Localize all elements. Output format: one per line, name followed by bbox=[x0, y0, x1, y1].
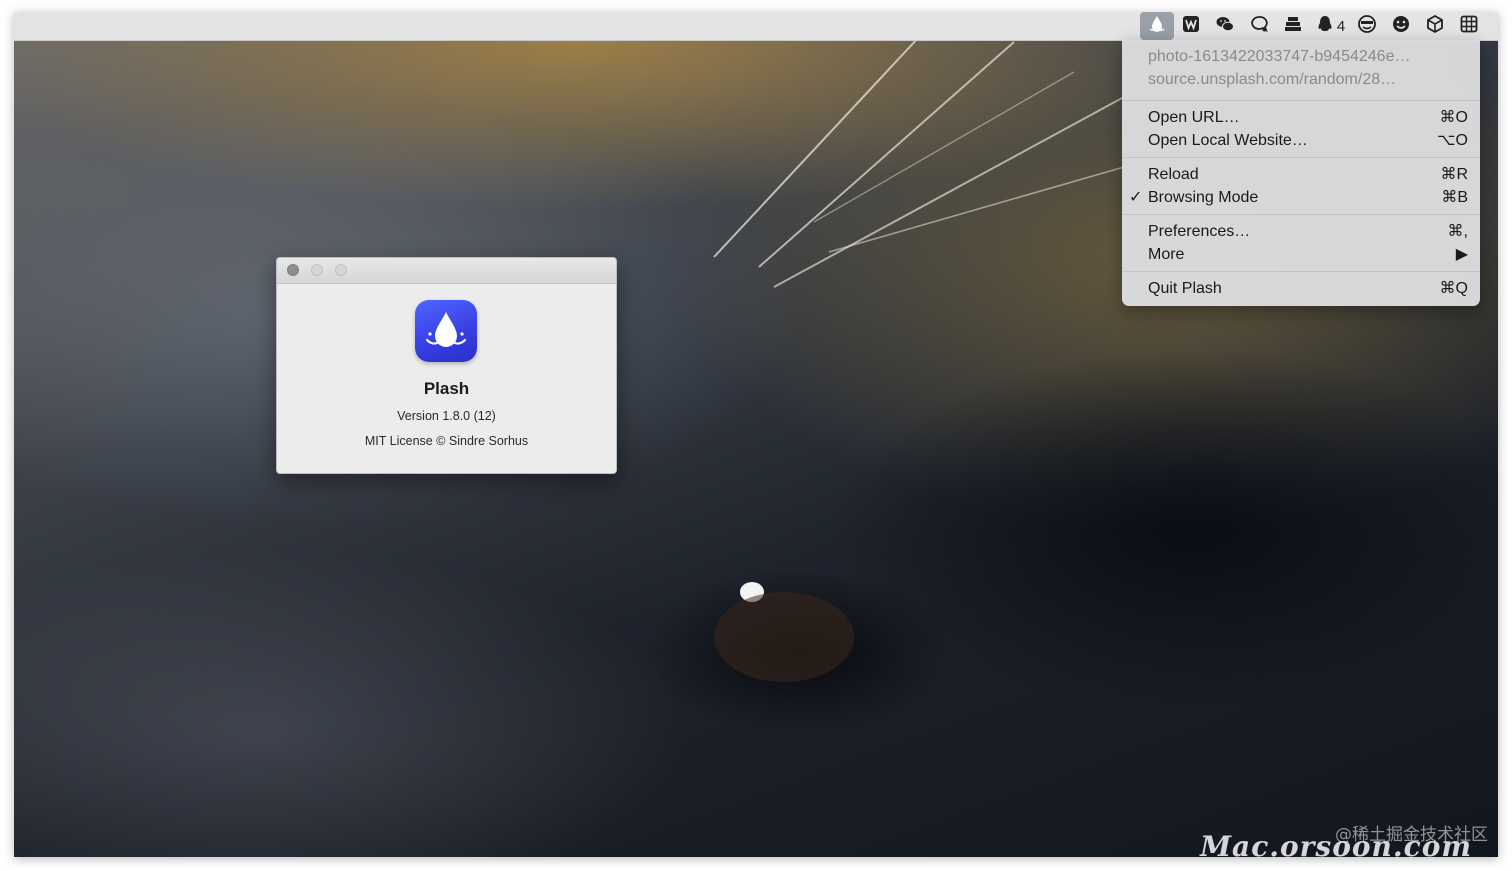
menu-item-shortcut: ⌘B bbox=[1441, 189, 1468, 206]
menu-item-open-url[interactable]: Open URL… ⌘O bbox=[1122, 106, 1480, 129]
menu-item-reload[interactable]: Reload ⌘R bbox=[1122, 163, 1480, 186]
plash-app-icon bbox=[415, 300, 477, 362]
menu-separator bbox=[1122, 100, 1480, 101]
menu-item-shortcut: ⌘R bbox=[1440, 166, 1468, 183]
app-name: Plash bbox=[423, 379, 470, 398]
qq-badge-count: 4 bbox=[1336, 17, 1346, 35]
current-source-url: source.unsplash.com/random/28… bbox=[1148, 71, 1397, 88]
qq-penguin-icon bbox=[1315, 14, 1335, 39]
chat-bubble-icon bbox=[1249, 14, 1269, 39]
menu-separator bbox=[1122, 157, 1480, 158]
menu-item-shortcut: ⌥O bbox=[1437, 132, 1468, 149]
app-version: Version 1.8.0 (12) bbox=[397, 409, 496, 423]
menu-item-label: Reload bbox=[1148, 166, 1199, 183]
menu-item-browsing-mode[interactable]: ✓ Browsing Mode ⌘B bbox=[1122, 186, 1480, 209]
about-window: Plash Version 1.8.0 (12) MIT License © S… bbox=[276, 257, 617, 474]
menu-item-shortcut: ⌘, bbox=[1447, 223, 1468, 240]
status-item-stack[interactable] bbox=[1276, 12, 1310, 40]
window-zoom-button bbox=[335, 264, 347, 276]
menu-item-quit[interactable]: Quit Plash ⌘Q bbox=[1122, 277, 1480, 300]
plash-dropdown-menu: photo-1613422033747-b9454246e… source.un… bbox=[1122, 40, 1480, 306]
wechat-icon bbox=[1215, 14, 1235, 39]
wordpress-icon bbox=[1181, 14, 1201, 39]
status-item-scan[interactable] bbox=[1350, 12, 1384, 40]
submenu-arrow-icon: ▶ bbox=[1455, 246, 1468, 263]
menu-separator bbox=[1122, 271, 1480, 272]
emoji-face-icon bbox=[1391, 14, 1411, 39]
status-item-plash[interactable] bbox=[1140, 12, 1174, 40]
screen: 4 photo-1613422033747-b9454246e… source.… bbox=[14, 12, 1498, 857]
menu-item-label: Preferences… bbox=[1148, 223, 1251, 240]
stack-icon bbox=[1283, 14, 1303, 39]
current-photo-name: photo-1613422033747-b9454246e… bbox=[1148, 48, 1411, 65]
status-bar-items: 4 bbox=[1140, 12, 1486, 40]
app-license: MIT License © Sindre Sorhus bbox=[364, 434, 529, 448]
menu-item-preferences[interactable]: Preferences… ⌘, bbox=[1122, 220, 1480, 243]
status-item-wechat[interactable] bbox=[1208, 12, 1242, 40]
menu-item-label: More bbox=[1148, 246, 1185, 263]
status-item-emoji[interactable] bbox=[1384, 12, 1418, 40]
status-item-grid[interactable] bbox=[1452, 12, 1486, 40]
status-item-wordpress[interactable] bbox=[1174, 12, 1208, 40]
window-minimize-button bbox=[311, 264, 323, 276]
scan-face-icon bbox=[1357, 14, 1377, 39]
window-close-button[interactable] bbox=[287, 264, 299, 276]
window-titlebar[interactable] bbox=[277, 258, 616, 284]
menu-item-label: Open Local Website… bbox=[1148, 132, 1308, 149]
menu-item-label: Open URL… bbox=[1148, 109, 1240, 126]
cube-icon bbox=[1425, 14, 1445, 39]
grid-icon bbox=[1459, 14, 1479, 39]
brand-watermark: Mac.orsoon.com bbox=[1200, 830, 1472, 857]
status-item-cube[interactable] bbox=[1418, 12, 1452, 40]
checkmark-icon: ✓ bbox=[1129, 189, 1143, 206]
menu-item-shortcut: ⌘O bbox=[1439, 109, 1468, 126]
menu-item-open-local-website[interactable]: Open Local Website… ⌥O bbox=[1122, 129, 1480, 152]
menu-item-more[interactable]: More ▶ bbox=[1122, 243, 1480, 266]
current-url-info: photo-1613422033747-b9454246e… source.un… bbox=[1122, 42, 1480, 95]
menu-item-shortcut: ⌘Q bbox=[1439, 280, 1468, 297]
menu-bar: 4 bbox=[14, 12, 1498, 41]
menu-item-label: Browsing Mode bbox=[1148, 189, 1259, 206]
menu-separator bbox=[1122, 214, 1480, 215]
status-item-chat[interactable] bbox=[1242, 12, 1276, 40]
menu-item-label: Quit Plash bbox=[1148, 280, 1222, 297]
status-item-qq[interactable]: 4 bbox=[1310, 12, 1350, 40]
plash-drop-icon bbox=[1147, 14, 1167, 39]
